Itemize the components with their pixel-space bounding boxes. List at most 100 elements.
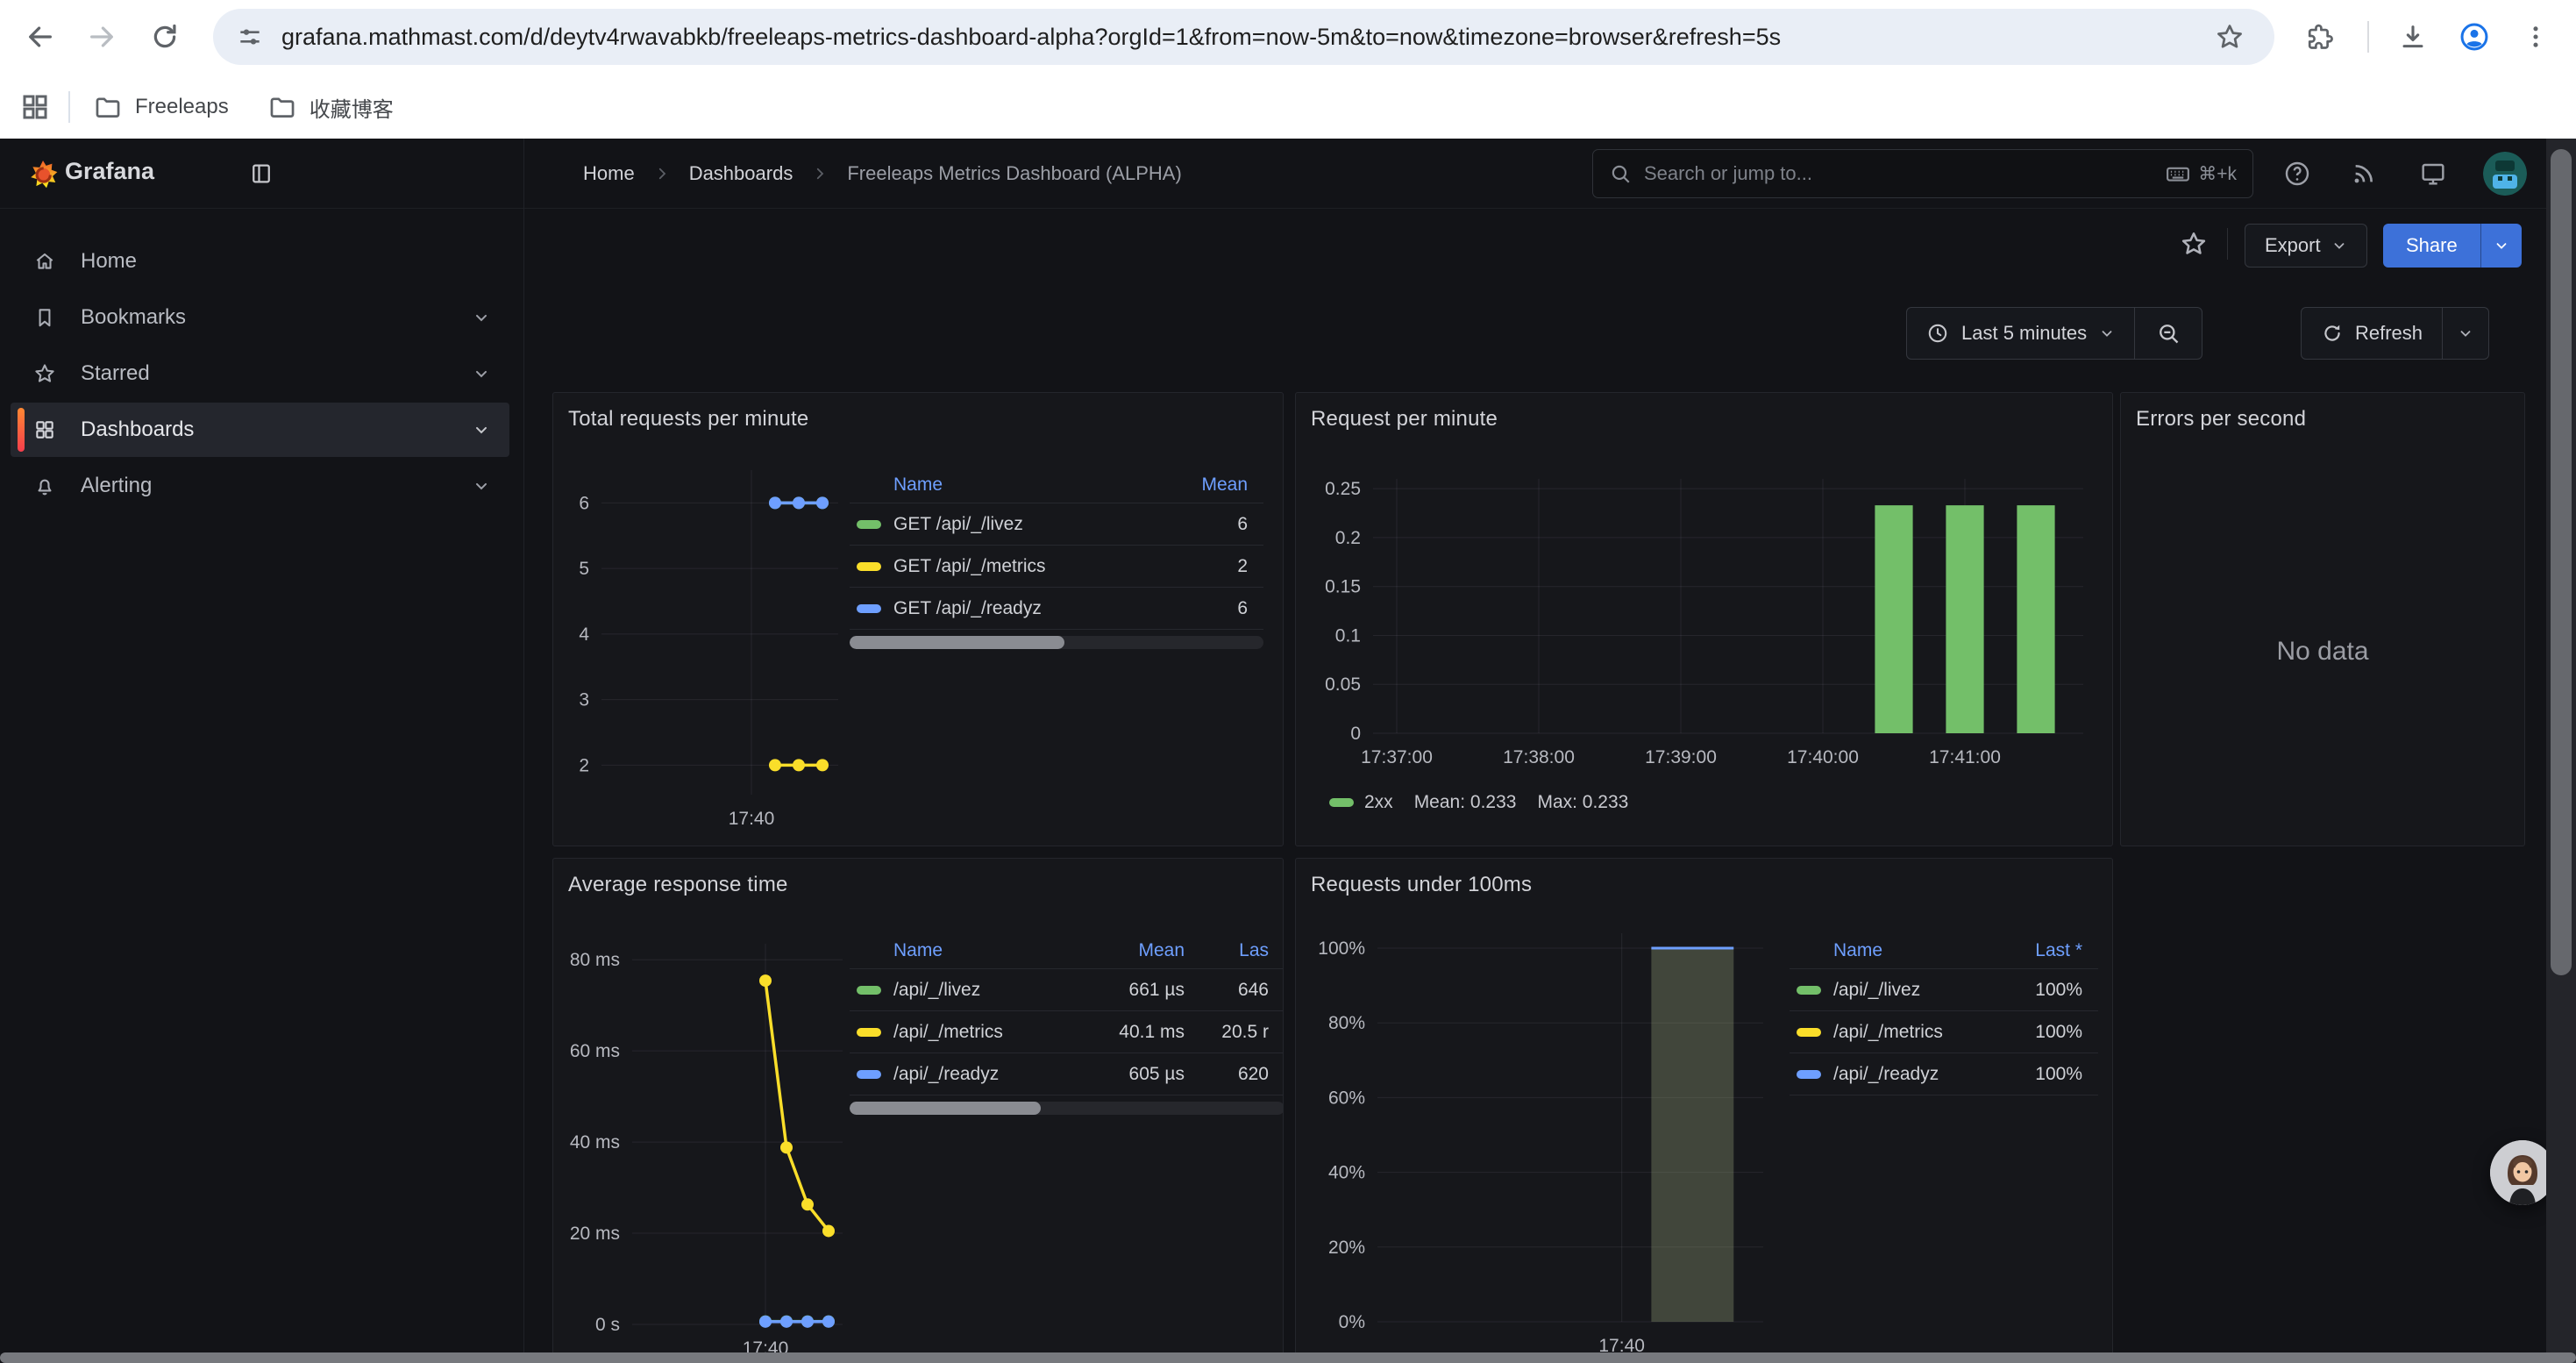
legend-row[interactable]: GET /api/_/metrics2 xyxy=(850,546,1263,588)
horizontal-scrollbar[interactable] xyxy=(0,1352,2576,1363)
profile-icon[interactable] xyxy=(2457,19,2492,54)
assistant-avatar[interactable] xyxy=(2490,1140,2555,1205)
bar[interactable] xyxy=(1875,505,1912,733)
data-point[interactable] xyxy=(793,496,805,509)
legend-row[interactable]: GET /api/_/livez6 xyxy=(850,503,1263,546)
legend-scrollbar[interactable] xyxy=(850,636,1263,649)
user-avatar[interactable] xyxy=(2483,152,2527,196)
search-input[interactable] xyxy=(1644,162,2153,185)
y-tick-label: 20% xyxy=(1328,1238,1365,1258)
scrollbar-thumb[interactable] xyxy=(2551,149,2572,975)
data-point[interactable] xyxy=(816,759,829,771)
legend-column-header[interactable]: Name xyxy=(857,475,1155,496)
site-settings-icon[interactable] xyxy=(236,23,264,51)
share-button[interactable]: Share xyxy=(2383,224,2480,268)
panel-average-response-time[interactable]: Average response time 80 ms60 ms40 ms20 … xyxy=(552,858,1284,1363)
legend-scrollbar[interactable] xyxy=(850,1102,1284,1115)
home-icon xyxy=(33,250,56,273)
data-point[interactable] xyxy=(801,1316,814,1328)
legend-scrollbar-thumb[interactable] xyxy=(850,636,1064,649)
zoom-out-button[interactable] xyxy=(2135,321,2202,346)
back-icon[interactable] xyxy=(23,19,58,54)
breadcrumb-home[interactable]: Home xyxy=(583,162,635,185)
y-tick-label: 80% xyxy=(1328,1013,1365,1033)
bookmark-star-icon[interactable] xyxy=(2212,19,2247,54)
legend-row[interactable]: /api/_/livez661 µs646 xyxy=(850,969,1284,1011)
legend-scrollbar-thumb[interactable] xyxy=(850,1102,1041,1115)
panel-request-per-minute[interactable]: Request per minute 00.050.10.150.20.2517… xyxy=(1295,392,2113,846)
data-point[interactable] xyxy=(822,1316,835,1328)
legend-row[interactable]: /api/_/livez100% xyxy=(1790,969,2098,1011)
time-range-picker[interactable]: Last 5 minutes xyxy=(1907,322,2134,345)
sidebar-item-bookmarks[interactable]: Bookmarks xyxy=(11,290,509,345)
bookmark-folder-freeleaps[interactable]: Freeleaps xyxy=(93,92,229,122)
reload-icon[interactable] xyxy=(147,19,182,54)
data-point[interactable] xyxy=(769,496,781,509)
bar[interactable] xyxy=(1946,505,1983,733)
vertical-scrollbar[interactable] xyxy=(2546,139,2576,1363)
download-icon[interactable] xyxy=(2395,19,2430,54)
breadcrumb-dashboards[interactable]: Dashboards xyxy=(689,162,793,185)
legend-row[interactable]: GET /api/_/readyz6 xyxy=(850,588,1263,630)
export-button[interactable]: Export xyxy=(2245,224,2367,268)
search-box[interactable]: ⌘+k xyxy=(1592,149,2253,198)
panel-title[interactable]: Errors per second xyxy=(2136,407,2306,432)
grafana-logo[interactable] xyxy=(26,158,60,191)
refresh-button[interactable]: Refresh xyxy=(2302,322,2442,345)
legend-column-header[interactable]: Name xyxy=(1797,940,1989,961)
grafana-app: Grafana Home Dashboards Freeleaps Metric… xyxy=(0,139,2576,1363)
chevron-down-icon[interactable] xyxy=(473,477,490,495)
legend-row[interactable]: /api/_/metrics40.1 ms20.5 r xyxy=(850,1011,1284,1053)
sidebar-item-alerting[interactable]: Alerting xyxy=(11,459,509,513)
legend-row[interactable]: /api/_/readyz100% xyxy=(1790,1053,2098,1095)
data-point[interactable] xyxy=(759,1316,772,1328)
sidebar-item-home[interactable]: Home xyxy=(11,234,509,289)
data-point[interactable] xyxy=(769,759,781,771)
monitor-icon[interactable] xyxy=(2416,156,2451,191)
panel-requests-under-100ms[interactable]: Requests under 100ms 100%80%60%40%20%0%1… xyxy=(1295,858,2113,1363)
data-point[interactable] xyxy=(780,1141,793,1153)
legend-inline[interactable]: 2xx Mean: 0.233 Max: 0.233 xyxy=(1329,792,1628,813)
area-fill[interactable] xyxy=(1651,948,1733,1322)
legend-row[interactable]: /api/_/readyz605 µs620 xyxy=(850,1053,1284,1095)
data-point[interactable] xyxy=(822,1224,835,1237)
sidebar-item-dashboards[interactable]: Dashboards xyxy=(11,403,509,457)
y-tick-label: 4 xyxy=(579,624,589,645)
chevron-down-icon[interactable] xyxy=(473,421,490,439)
legend-row[interactable]: /api/_/metrics100% xyxy=(1790,1011,2098,1053)
legend-column-header[interactable]: Las xyxy=(1216,940,1277,961)
chevron-down-icon[interactable] xyxy=(473,365,490,382)
url-bar[interactable]: grafana.mathmast.com/d/deytv4rwavabkb/fr… xyxy=(213,9,2274,65)
forward-icon[interactable] xyxy=(84,19,119,54)
legend-column-header[interactable]: Last * xyxy=(2012,940,2091,961)
dock-menu-icon[interactable] xyxy=(244,156,279,191)
series-name[interactable]: 2xx xyxy=(1364,792,1393,813)
data-point[interactable] xyxy=(816,496,829,509)
data-point[interactable] xyxy=(793,759,805,771)
legend-column-header[interactable]: Mean xyxy=(1106,940,1193,961)
series-line[interactable] xyxy=(765,981,829,1231)
legend-column-header[interactable]: Mean xyxy=(1178,475,1256,496)
legend-column-header[interactable]: Name xyxy=(857,940,1083,961)
sidebar-item-starred[interactable]: Starred xyxy=(11,346,509,401)
share-caret-button[interactable] xyxy=(2481,224,2522,268)
data-point[interactable] xyxy=(759,974,772,987)
extensions-icon[interactable] xyxy=(2302,19,2337,54)
data-point[interactable] xyxy=(780,1316,793,1328)
panel-errors-per-second[interactable]: Errors per second No data xyxy=(2120,392,2525,846)
refresh-interval-caret[interactable] xyxy=(2443,325,2488,341)
menu-kebab-icon[interactable] xyxy=(2518,19,2553,54)
y-tick-label: 60 ms xyxy=(570,1041,620,1061)
bar-chart[interactable]: 00.050.10.150.20.2517:37:0017:38:0017:39… xyxy=(1296,393,2113,846)
apps-grid-icon[interactable] xyxy=(19,91,51,123)
bar[interactable] xyxy=(2017,505,2054,733)
url-text[interactable]: grafana.mathmast.com/d/deytv4rwavabkb/fr… xyxy=(281,24,1781,51)
panel-total-requests-per-minute[interactable]: Total requests per minute 6543217:40 Nam… xyxy=(552,392,1284,846)
chevron-down-icon[interactable] xyxy=(473,309,490,326)
browser-toolbar: grafana.mathmast.com/d/deytv4rwavabkb/fr… xyxy=(0,0,2576,139)
data-point[interactable] xyxy=(801,1198,814,1210)
news-rss-icon[interactable] xyxy=(2346,156,2381,191)
favorite-star-icon[interactable] xyxy=(2180,230,2208,258)
bookmark-folder-blogs[interactable]: 收藏博客 xyxy=(267,92,394,123)
help-icon[interactable] xyxy=(2280,156,2315,191)
